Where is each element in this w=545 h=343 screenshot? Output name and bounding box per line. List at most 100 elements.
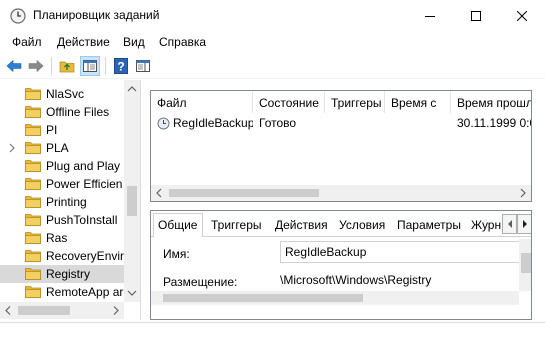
svg-text:?: ? [117, 60, 124, 74]
scroll-right-icon [113, 306, 119, 315]
menu-view[interactable]: Вид [123, 35, 145, 49]
tree-item[interactable]: NlaSvc [0, 85, 124, 103]
title-bar: Планировщик заданий [0, 0, 545, 31]
folder-up-icon [59, 61, 75, 73]
tab-actions[interactable]: Действия [271, 214, 331, 236]
location-value: \Microsoft\Windows\Registry [280, 273, 432, 287]
maximize-button[interactable] [453, 0, 499, 31]
tree-item[interactable]: PushToInstall [0, 211, 124, 229]
toolbar: ? [0, 53, 545, 79]
folder-icon [25, 124, 41, 136]
help-icon: ? [114, 58, 128, 74]
help-button[interactable]: ? [111, 56, 131, 76]
tree-item-label: Printing [46, 195, 87, 209]
details-scroll-thumb[interactable] [521, 253, 531, 273]
task-name: RegIdleBackup [173, 116, 253, 130]
tree-item-label: PushToInstall [46, 213, 118, 227]
task-icon [157, 117, 170, 130]
up-level-button[interactable] [57, 56, 77, 76]
scroll-left-icon [5, 306, 11, 315]
task-list-hscroll-thumb[interactable] [169, 189, 319, 197]
tree-item[interactable]: Printing [0, 193, 124, 211]
tree-item[interactable]: Offline Files [0, 103, 124, 121]
folder-icon [25, 214, 41, 226]
column-header-triggers[interactable]: Триггеры [325, 91, 385, 113]
tree-item-label: Offline Files [46, 105, 110, 119]
folder-icon [25, 178, 41, 190]
scroll-down-icon [127, 290, 137, 296]
clock-icon [10, 8, 26, 24]
action-pane-button[interactable] [133, 56, 153, 76]
task-details-panel: Общие Триггеры Действия Условия Параметр… [150, 210, 532, 320]
window-title: Планировщик заданий [33, 8, 160, 22]
chevron-right-icon [522, 220, 527, 228]
close-button[interactable] [499, 0, 545, 31]
tab-scroll-left-button[interactable] [502, 214, 517, 234]
tree-item[interactable]: Power Efficien [0, 175, 124, 193]
menu-file[interactable]: Файл [12, 35, 42, 49]
back-arrow-icon [6, 59, 22, 73]
maximize-icon [471, 10, 481, 21]
scroll-right-icon [520, 188, 526, 198]
tab-scroll-right-button[interactable] [517, 214, 531, 234]
task-list-horizontal-scrollbar[interactable] [151, 185, 531, 201]
show-hide-tree-icon [83, 60, 97, 72]
folder-icon [25, 286, 41, 298]
close-icon [517, 10, 527, 21]
tree-item-label: Ras [46, 231, 68, 245]
details-hscroll-thumb[interactable] [163, 294, 363, 302]
tree-item-label: PLA [46, 141, 69, 155]
column-header-last-run[interactable]: Время прошло [451, 91, 531, 113]
location-label: Размещение: [163, 275, 238, 289]
folder-icon [25, 142, 41, 154]
folder-icon [25, 250, 41, 262]
chevron-left-icon [507, 220, 512, 228]
tree-item[interactable]: Registry [0, 265, 124, 283]
task-status: Готово [259, 116, 297, 130]
show-hide-tree-button[interactable] [80, 56, 100, 76]
tree-item[interactable]: RecoveryEnviro [0, 247, 131, 265]
folder-icon [25, 268, 41, 280]
tree-vertical-scrollbar[interactable] [124, 80, 140, 302]
menu-bar: Файл Действие Вид Справка [0, 31, 545, 53]
tree-item-label: PI [46, 123, 58, 137]
action-pane-icon [136, 60, 150, 72]
menu-help[interactable]: Справка [159, 35, 206, 49]
tree-item-label: RecoveryEnviro [46, 249, 131, 263]
forward-arrow-icon [28, 59, 44, 73]
details-horizontal-scrollbar[interactable] [151, 291, 519, 305]
tree-item-label: NlaSvc [46, 87, 85, 101]
tree-item[interactable]: Plug and Play [0, 157, 124, 175]
scroll-up-icon [127, 86, 137, 92]
tree-horizontal-scrollbar[interactable] [0, 302, 124, 319]
tab-conditions[interactable]: Условия [335, 214, 391, 236]
details-vertical-scrollbar[interactable] [519, 239, 531, 291]
scroll-left-icon [156, 188, 162, 198]
tree-hscroll-thumb[interactable] [18, 306, 70, 315]
tree-item-label: Plug and Play [46, 159, 121, 173]
toolbar-separator [105, 57, 106, 75]
tree-item[interactable]: RemoteApp ar [0, 283, 124, 301]
tree-item[interactable]: PLA [0, 139, 124, 157]
forward-button[interactable] [26, 56, 46, 76]
tab-general[interactable]: Общие [153, 213, 203, 237]
column-header-status[interactable]: Состояние [253, 91, 325, 113]
tab-triggers[interactable]: Триггеры [207, 214, 269, 236]
toolbar-separator [51, 57, 52, 75]
folder-tree: NlaSvc Offline Files PI PLA Plug and Play Pow… [0, 80, 141, 320]
chevron-right-icon[interactable] [7, 142, 17, 154]
folder-icon [25, 106, 41, 118]
tab-history[interactable]: Журн [467, 214, 503, 236]
name-label: Имя: [163, 247, 190, 261]
tree-item[interactable]: Ras [0, 229, 124, 247]
back-button[interactable] [4, 56, 24, 76]
minimize-button[interactable] [407, 0, 453, 31]
column-header-next-run[interactable]: Время с [385, 91, 451, 113]
menu-action[interactable]: Действие [57, 35, 110, 49]
name-field[interactable]: RegIdleBackup [280, 241, 520, 263]
column-header-name[interactable]: Файл [151, 91, 253, 113]
tree-scroll-thumb[interactable] [127, 186, 137, 216]
tree-item-label: RemoteApp ar [46, 285, 124, 299]
tab-settings[interactable]: Параметры [393, 214, 463, 236]
tree-item[interactable]: PI [0, 121, 124, 139]
